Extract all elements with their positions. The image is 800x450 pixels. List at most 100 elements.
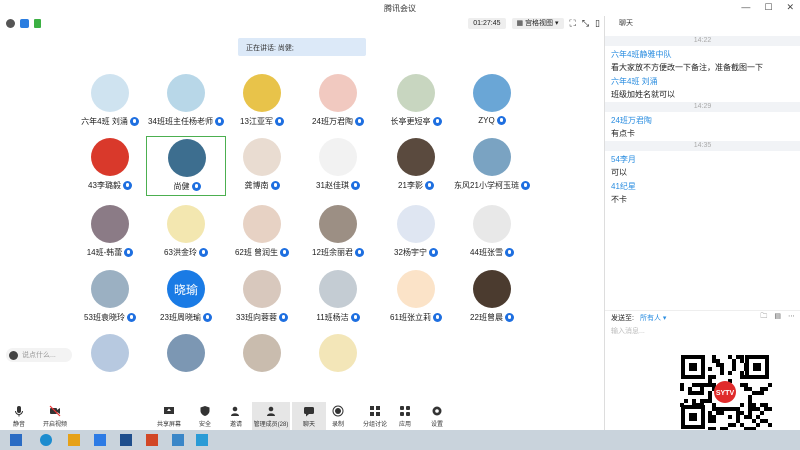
participant-name-text: 24班万君陶 [312, 117, 353, 126]
participant-name-text: ZYQ [478, 116, 495, 125]
tencent-meeting-icon[interactable] [94, 434, 106, 446]
qr-module [692, 383, 696, 387]
breakout-button[interactable]: 分组讨论 [358, 402, 392, 430]
qr-module [740, 411, 744, 415]
qr-module [748, 395, 752, 399]
chat-sender: 六年4班静雅中队 [611, 50, 672, 59]
qr-module [720, 363, 724, 367]
microphone-icon [432, 313, 442, 322]
maximize-icon[interactable]: ☐ [764, 2, 772, 13]
participant-name-text: 34班班主任杨老师 [148, 117, 213, 126]
qr-module [756, 407, 760, 411]
avatar [397, 74, 435, 112]
taskbar-app-icon[interactable] [68, 434, 80, 446]
breakout-icon [370, 406, 380, 416]
mute-button[interactable]: 静音 [2, 402, 36, 430]
qr-module [680, 387, 684, 391]
view-mode-label: 宫格视图 [525, 19, 554, 27]
participant-tile[interactable] [222, 332, 302, 392]
avatar [397, 205, 435, 243]
participant-tile[interactable]: 44班张雪 [452, 203, 532, 263]
signal-icon[interactable] [34, 18, 41, 28]
view-mode-button[interactable]: ▦ 宫格视图 ▾ [511, 17, 564, 29]
participant-tile[interactable] [298, 332, 378, 392]
os-taskbar [0, 430, 800, 450]
security-button[interactable]: 安全 [188, 402, 222, 430]
breakout-label: 分组讨论 [362, 422, 387, 428]
chat-sender: 六年4班 刘涌 [611, 77, 658, 86]
participant-name-text: 53班袁晓玲 [84, 313, 125, 322]
chat-title: 聊天 [619, 20, 633, 27]
qr-module [768, 407, 772, 411]
chat-sender: 54李月 [611, 155, 636, 164]
chat-timestamp: 14:22 [605, 36, 800, 46]
participant-name: 44班张雪 [442, 247, 542, 258]
powerpoint-icon[interactable] [146, 434, 158, 446]
participant-tile[interactable]: 东风21小学柯玉琏 [452, 136, 532, 196]
qr-module [760, 411, 764, 415]
qr-module [732, 423, 736, 427]
qr-module [708, 367, 712, 371]
qr-module [760, 419, 764, 423]
send-to-dropdown[interactable]: 所有人 ▾ [640, 313, 666, 323]
microphone-icon [350, 313, 360, 322]
microphone-icon [350, 181, 360, 190]
manage-members-button[interactable]: 管理成员(28) [252, 402, 290, 430]
settings-label: 设置 [430, 422, 443, 428]
participant-tile[interactable] [146, 332, 226, 392]
minimize-icon[interactable]: — [741, 2, 750, 13]
document-icon[interactable]: ▤ [774, 312, 781, 323]
participant-tile[interactable] [70, 332, 150, 392]
more-options-icon[interactable]: ⋯ [788, 312, 795, 323]
qr-module [720, 371, 724, 375]
qr-module [764, 407, 768, 411]
taskbar-app-icon[interactable] [172, 434, 184, 446]
share-screen-button[interactable]: 共享屏幕 [152, 402, 186, 430]
participant-tile[interactable]: 22班曾晨 [452, 268, 532, 328]
record-label: 录制 [331, 422, 344, 428]
microphone-icon [124, 248, 134, 257]
invite-button[interactable]: 邀请 [219, 402, 253, 430]
shield-icon[interactable] [20, 18, 29, 28]
send-to-label: 发送至: [611, 314, 634, 322]
qr-module [760, 387, 764, 391]
windows-start-icon[interactable] [10, 434, 22, 446]
participant-tile[interactable]: ZYQ [452, 72, 532, 132]
edge-icon[interactable] [40, 434, 52, 446]
meeting-toolbar: 01:27:45 ▦ 宫格视图 ▾ ⛶ ⤡ ▯ [0, 16, 604, 30]
share-screen-label: 共享屏幕 [156, 422, 181, 428]
taskbar-app-icon[interactable] [120, 434, 132, 446]
chat-input[interactable]: 输入消息... [611, 326, 645, 336]
taskbar-app-icon[interactable] [196, 434, 208, 446]
qr-module [740, 383, 744, 387]
quick-chat-bubble[interactable]: 说点什么... [6, 348, 72, 362]
exit-fullscreen-icon[interactable]: ⤡ [582, 18, 589, 29]
qr-module [700, 399, 704, 403]
avatar [397, 138, 435, 176]
avatar [243, 334, 281, 372]
qr-module [684, 399, 688, 403]
avatar [397, 270, 435, 308]
qr-module [744, 415, 748, 419]
shield-icon [200, 406, 210, 416]
close-icon[interactable]: ✕ [786, 2, 794, 13]
info-icon[interactable] [6, 18, 15, 28]
microphone-icon [274, 117, 284, 126]
bottom-control-bar: 静音 开启视频 共享屏幕 安全 邀请 管理成员(28) 聊天 录制 分组讨论 应… [0, 402, 604, 430]
qr-module [752, 407, 756, 411]
qr-module [752, 403, 756, 407]
start-video-button[interactable]: 开启视频 [38, 402, 72, 430]
qr-module [700, 383, 704, 387]
avatar [91, 334, 129, 372]
fullscreen-icon[interactable]: ⛶ [570, 18, 576, 29]
chat-message-text: 有点卡 [611, 129, 635, 138]
apps-button[interactable]: 应用 [388, 402, 422, 430]
microphone-icon [15, 406, 23, 417]
collapse-panel-icon[interactable]: ▯ [595, 18, 600, 29]
qr-module [700, 391, 704, 395]
qr-module [700, 387, 704, 391]
folder-icon[interactable]: 🗀 [760, 312, 767, 323]
quick-chat-placeholder: 说点什么... [22, 352, 56, 359]
record-button[interactable]: 录制 [321, 402, 355, 430]
settings-button[interactable]: 设置 [420, 402, 454, 430]
